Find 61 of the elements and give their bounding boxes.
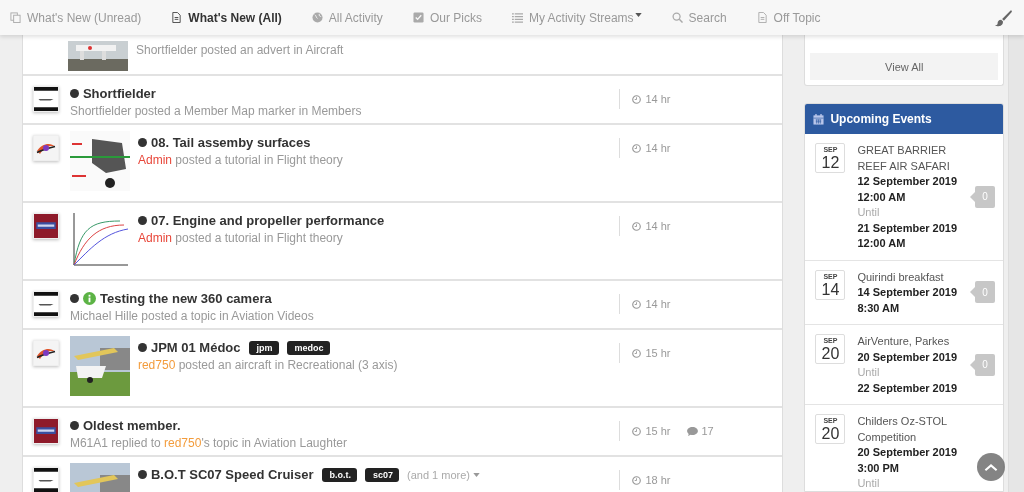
paintbrush-icon[interactable] xyxy=(994,8,1012,27)
clock-icon xyxy=(632,426,642,436)
event-date: 22 September 2019 xyxy=(857,380,959,396)
view-all-button[interactable]: View All xyxy=(810,53,998,80)
clock-icon xyxy=(632,94,642,104)
caret-icon xyxy=(473,472,481,477)
clock-icon xyxy=(632,299,642,309)
activity-title[interactable]: Testing the new 360 camera xyxy=(99,291,272,306)
activity-title[interactable]: 07. Engine and propeller performance xyxy=(150,213,385,228)
list-icon xyxy=(511,12,523,23)
time-ago: 15 hr xyxy=(645,425,671,437)
comment-icon xyxy=(686,426,698,436)
clock-icon xyxy=(632,348,642,358)
clock-icon xyxy=(632,475,642,485)
activity-byline: Admin posted a tutorial in Flight theory xyxy=(137,231,344,245)
event-date: 20 September 2019 xyxy=(857,349,959,365)
time-ago: 14 hr xyxy=(645,142,671,154)
activity-title[interactable]: Shortfielder xyxy=(82,86,156,101)
event-date: 14 September 2019 8:30 AM xyxy=(857,285,959,316)
tag[interactable]: medoc xyxy=(286,340,330,355)
until-label: Until xyxy=(857,476,881,491)
nav-tab[interactable]: What's New (All) xyxy=(171,10,282,25)
time-ago: 14 hr xyxy=(645,298,671,310)
activity-byline: Michael Hille posted a topic in Aviation Videos xyxy=(69,309,315,323)
activity-byline: red750 posted an aircraft in Recreational (3 axis) xyxy=(137,358,399,372)
tag[interactable]: sc07 xyxy=(365,467,400,482)
chevron-up-icon xyxy=(984,462,998,472)
time-ago: 18 hr xyxy=(645,474,671,486)
activity-byline: Shortfielder posted an advert in Aircraft xyxy=(135,43,345,57)
activity-title[interactable]: JPM 01 Médoc xyxy=(150,340,241,355)
copy-icon xyxy=(10,12,21,23)
until-label: Until xyxy=(857,365,881,380)
tag[interactable]: jpm xyxy=(248,340,279,355)
event-title[interactable]: AirVenture, Parkes xyxy=(857,334,976,350)
event-date: 12 September 2019 12:00 AM xyxy=(857,174,959,205)
document-icon xyxy=(171,12,183,23)
time-ago: 14 hr xyxy=(645,220,671,232)
event-title[interactable]: GREAT BARRIER REEF AIR SAFARI xyxy=(857,143,976,174)
time-ago: 15 hr xyxy=(645,347,671,359)
scrollbar[interactable] xyxy=(1008,35,1024,492)
calendar-icon xyxy=(813,113,825,125)
event-title[interactable]: Childers Oz-STOL Competition xyxy=(857,414,976,445)
clock-icon xyxy=(632,143,642,153)
until-label: Until xyxy=(857,205,881,220)
time-ago: 14 hr xyxy=(645,93,671,105)
activity-title[interactable]: B.O.T SC07 Speed Cruiser xyxy=(150,467,314,482)
activity-byline: Admin posted a tutorial in Flight theory xyxy=(137,153,344,167)
event-date: 21 September 2019 12:00 AM xyxy=(857,220,959,251)
activity-byline: Shortfielder posted a Member Map marker in Members xyxy=(69,104,363,118)
event-date: 20 September 2019 3:00 PM xyxy=(857,445,959,476)
tag[interactable]: b.o.t. xyxy=(321,467,357,482)
document-icon xyxy=(756,12,768,23)
widget-title: Upcoming Events xyxy=(830,112,932,126)
activity-title[interactable]: 08. Tail assemby surfaces xyxy=(150,135,311,150)
activity-title[interactable]: Oldest member. xyxy=(82,418,181,433)
checkbox-icon xyxy=(412,12,424,23)
clock-icon xyxy=(632,221,642,231)
search-icon xyxy=(671,12,683,23)
comment-count: 17 xyxy=(701,425,714,437)
activity-byline: M61A1 replied to red750's topic in Aviation Laughter xyxy=(69,436,348,450)
globe-icon xyxy=(311,12,323,23)
